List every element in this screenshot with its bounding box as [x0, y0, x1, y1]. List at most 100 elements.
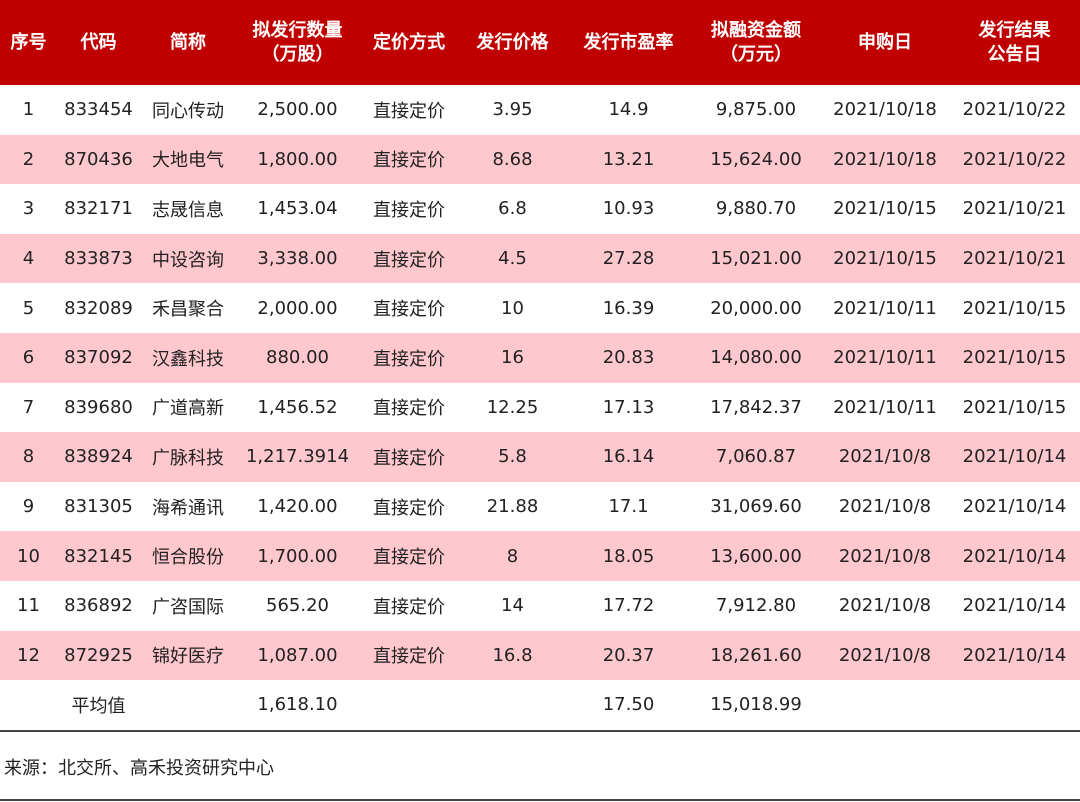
table-row: 1 833454 同心传动 2,500.00 直接定价 3.95 14.9 9,875.00 2…: [0, 85, 1080, 135]
cell-subscribe-date: 2021/10/11: [833, 396, 937, 418]
cell-price: 16: [459, 332, 566, 383]
average-cell-empty: [140, 680, 236, 732]
table-row: 3 832171 志晟信息 1,453.04 直接定价 6.8 10.93 9,880.70 2…: [0, 184, 1080, 234]
cell-seq: 1: [22, 99, 35, 121]
cell-subscribe-date: 2021/10/18: [833, 99, 937, 121]
cell-subscribe-date: 2021/10/11: [833, 297, 937, 319]
cell-shares: 1,800.00: [236, 134, 359, 185]
cell-result-date: 2021/10/15: [949, 332, 1080, 383]
table-row: 12 872925 锦好医疗 1,087.00 直接定价 16.8 20.37 18,261.…: [0, 630, 1080, 681]
cell-pricing: 直接定价: [359, 134, 459, 185]
cell-seq: 5: [22, 297, 35, 319]
table-row: 9 831305 海希通讯 1,420.00 直接定价 21.88 17.1 31,069.6…: [0, 482, 1080, 532]
cell-name: 禾昌聚合: [152, 299, 224, 321]
cell-pe: 20.37: [566, 630, 691, 681]
cell-amount: 7,060.87: [691, 432, 821, 482]
table-row: 4 833873 中设咨询 3,338.00 直接定价 4.5 27.28 15,021.00…: [0, 233, 1080, 284]
cell-subscribe-date: 2021/10/8: [821, 630, 949, 681]
table-row: 5 832089 禾昌聚合 2,000.00 直接定价 10 16.39 20,000.00 2…: [0, 283, 1080, 333]
average-cell-empty: [459, 680, 566, 732]
cell-seq: 10: [0, 531, 57, 581]
header-shares: 拟发行数量 （万股）: [236, 0, 359, 85]
cell-name: 中设咨询: [140, 233, 236, 284]
cell-amount: 20,000.00: [710, 297, 802, 319]
cell-pricing: 直接定价: [373, 596, 445, 618]
cell-code: 836892: [64, 595, 133, 617]
cell-shares: 3,338.00: [236, 233, 359, 284]
cell-amount: 14,080.00: [691, 332, 821, 383]
cell-name: 广咨国际: [152, 596, 224, 618]
cell-code: 832145: [57, 531, 140, 581]
average-pe: 17.50: [566, 680, 691, 732]
cell-pricing: 直接定价: [359, 332, 459, 383]
cell-pe: 14.9: [608, 99, 649, 121]
cell-subscribe-date: 2021/10/15: [821, 233, 949, 284]
average-cell-empty: [949, 680, 1080, 732]
cell-pricing: 直接定价: [373, 199, 445, 221]
cell-pe: 20.83: [566, 332, 691, 383]
cell-result-date: 2021/10/14: [949, 432, 1080, 482]
header-pe: 发行市盈率: [566, 0, 691, 85]
header-subscribe-date: 申购日: [821, 0, 949, 85]
ipo-table-document: 序号 代码 简称 拟发行数量 （万股） 定价方式 发行价格 发行市盈率 拟融资金…: [0, 0, 1080, 802]
cell-seq: 11: [17, 595, 40, 617]
cell-result-date: 2021/10/14: [949, 531, 1080, 581]
cell-amount: 9,875.00: [715, 99, 797, 121]
cell-pe: 27.28: [566, 233, 691, 284]
bottom-divider: [0, 799, 1080, 801]
average-amount: 15,018.99: [691, 680, 821, 732]
average-cell-empty: [359, 680, 459, 732]
cell-result-date: 2021/10/21: [949, 233, 1080, 284]
cell-code: 838924: [57, 432, 140, 482]
cell-code: 870436: [57, 134, 140, 185]
cell-pe: 18.05: [566, 531, 691, 581]
cell-amount: 9,880.70: [715, 198, 797, 220]
cell-pe: 16.39: [602, 297, 655, 319]
cell-price: 10: [501, 297, 524, 319]
cell-name: 志晟信息: [152, 199, 224, 221]
cell-pe: 10.93: [602, 198, 655, 220]
header-name: 简称: [140, 0, 236, 85]
average-row: 平均值 1,618.10 17.50 15,018.99: [0, 680, 1080, 732]
cell-subscribe-date: 2021/10/8: [821, 432, 949, 482]
cell-name: 大地电气: [140, 134, 236, 185]
average-cell-empty: [0, 680, 57, 732]
cell-price: 4.5: [459, 233, 566, 284]
cell-name: 广脉科技: [140, 432, 236, 482]
cell-shares: 1,456.52: [257, 396, 338, 418]
cell-price: 8: [459, 531, 566, 581]
ipo-table: 序号 代码 简称 拟发行数量 （万股） 定价方式 发行价格 发行市盈率 拟融资金…: [0, 0, 1080, 732]
cell-code: 832089: [64, 297, 133, 319]
cell-shares: 1,453.04: [257, 198, 338, 220]
cell-code: 831305: [64, 496, 133, 518]
average-cell-empty: [821, 680, 949, 732]
cell-amount: 17,842.37: [710, 396, 802, 418]
cell-amount: 15,021.00: [691, 233, 821, 284]
cell-shares: 1,700.00: [236, 531, 359, 581]
cell-pricing: 直接定价: [373, 398, 445, 420]
cell-pe: 17.72: [602, 595, 655, 617]
cell-price: 5.8: [459, 432, 566, 482]
cell-amount: 18,261.60: [691, 630, 821, 681]
cell-pe: 17.1: [608, 496, 649, 518]
cell-seq: 4: [0, 233, 57, 284]
cell-subscribe-date: 2021/10/18: [821, 134, 949, 185]
cell-price: 21.88: [486, 496, 539, 518]
cell-result-date: 2021/10/14: [962, 595, 1067, 617]
cell-result-date: 2021/10/22: [962, 99, 1067, 121]
cell-code: 832171: [64, 198, 133, 220]
cell-amount: 13,600.00: [691, 531, 821, 581]
cell-seq: 2: [0, 134, 57, 185]
cell-amount: 7,912.80: [715, 595, 797, 617]
cell-subscribe-date: 2021/10/8: [838, 595, 932, 617]
cell-code: 833454: [64, 99, 133, 121]
header-pricing: 定价方式: [359, 0, 459, 85]
source-note: 来源：北交所、高禾投资研究中心: [4, 758, 274, 779]
table-body: 1 833454 同心传动 2,500.00 直接定价 3.95 14.9 9,875.00 2…: [0, 85, 1080, 732]
cell-name: 同心传动: [152, 100, 224, 122]
cell-pe: 13.21: [566, 134, 691, 185]
cell-result-date: 2021/10/15: [962, 396, 1067, 418]
cell-result-date: 2021/10/21: [962, 198, 1067, 220]
cell-result-date: 2021/10/15: [962, 297, 1067, 319]
cell-subscribe-date: 2021/10/8: [821, 531, 949, 581]
